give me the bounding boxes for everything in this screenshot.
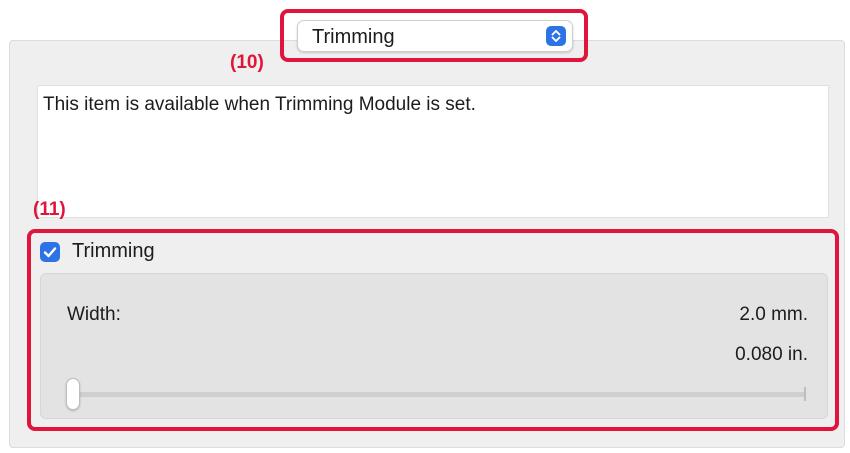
width-label: Width: <box>67 304 121 325</box>
checkmark-icon <box>43 247 57 258</box>
width-slider-thumb[interactable] <box>66 378 80 410</box>
updown-arrows-icon <box>546 26 566 46</box>
description-box: This item is available when Trimming Mod… <box>37 85 829 218</box>
callout-11: (11) <box>33 199 66 220</box>
width-slider-track[interactable] <box>72 392 806 397</box>
slider-end-tick <box>804 387 806 401</box>
trimming-checkbox-label[interactable]: Trimming <box>72 240 155 263</box>
trimming-settings-box <box>40 273 828 419</box>
width-value-mm: 2.0 mm. <box>739 304 808 325</box>
trimming-checkbox[interactable] <box>40 242 60 262</box>
width-value-in: 0.080 in. <box>735 344 808 365</box>
feature-popup-label: Trimming <box>312 26 395 48</box>
callout-10: (10) <box>230 52 264 73</box>
feature-popup-button[interactable]: Trimming <box>297 20 573 52</box>
description-text: This item is available when Trimming Mod… <box>43 94 476 115</box>
print-options-page: Trimming (10) This item is available whe… <box>0 0 850 453</box>
